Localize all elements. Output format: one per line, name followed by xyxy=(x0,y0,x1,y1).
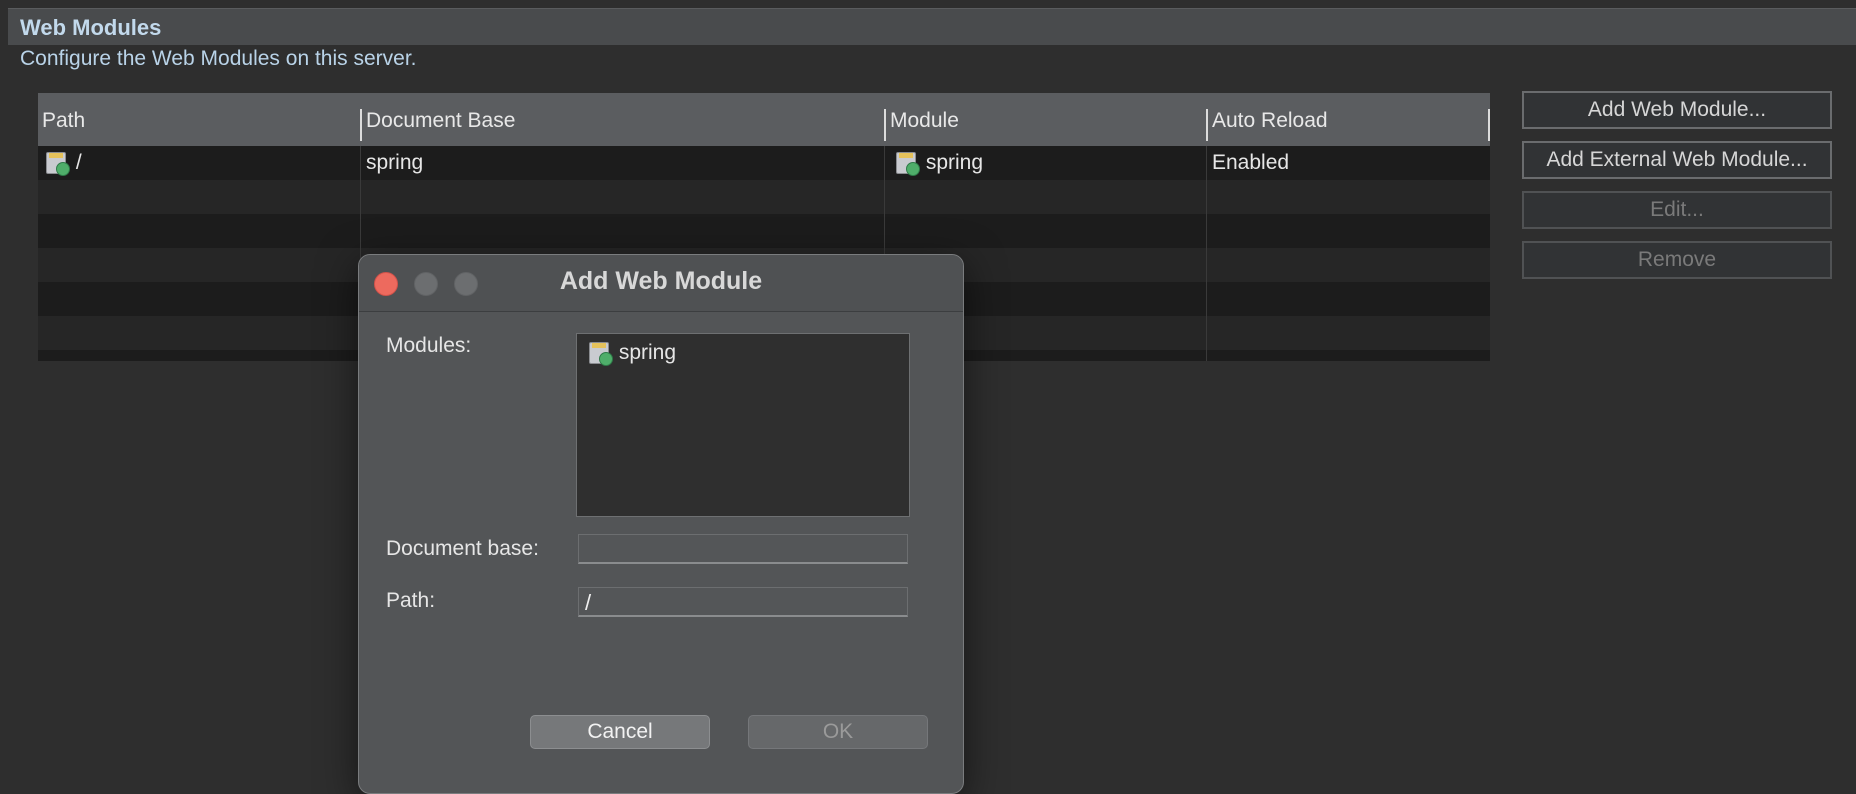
table-row-empty xyxy=(38,214,1490,248)
web-module-icon xyxy=(587,340,613,367)
modules-label: Modules: xyxy=(386,334,472,357)
path-value: / xyxy=(75,151,82,174)
column-separator xyxy=(1488,109,1490,141)
column-header-auto-reload[interactable]: Auto Reload xyxy=(1208,93,1488,146)
add-external-web-module-button[interactable]: Add External Web Module... xyxy=(1522,141,1832,179)
cell-document-base: spring xyxy=(366,151,424,174)
section-description: Configure the Web Modules on this server… xyxy=(20,47,417,70)
cell-path: / xyxy=(44,146,82,180)
table-row[interactable]: / spring spring Enabled xyxy=(38,146,1490,180)
document-base-label: Document base: xyxy=(386,537,539,560)
column-header-module[interactable]: Module xyxy=(886,93,1206,146)
add-web-module-button[interactable]: Add Web Module... xyxy=(1522,91,1832,129)
cancel-button[interactable]: Cancel xyxy=(530,715,710,749)
dialog-title: Add Web Module xyxy=(559,267,763,295)
cell-auto-reload: Enabled xyxy=(1212,151,1290,174)
web-module-icon xyxy=(894,150,920,177)
column-divider xyxy=(1206,146,1207,361)
web-module-icon xyxy=(44,150,70,177)
modules-list[interactable]: spring xyxy=(576,333,910,517)
module-value: spring xyxy=(925,151,984,174)
table-row-empty xyxy=(38,180,1490,214)
cell-module: spring xyxy=(894,146,983,180)
remove-button[interactable]: Remove xyxy=(1522,241,1832,279)
module-name: spring xyxy=(618,341,677,364)
column-header-path[interactable]: Path xyxy=(38,93,360,146)
path-label: Path: xyxy=(386,589,436,612)
list-item[interactable]: spring xyxy=(587,338,676,368)
table-header: Path Document Base Module Auto Reload xyxy=(38,93,1490,146)
section-header: Web Modules xyxy=(8,8,1856,45)
edit-button[interactable]: Edit... xyxy=(1522,191,1832,229)
ok-button[interactable]: OK xyxy=(748,715,928,749)
document-base-field[interactable] xyxy=(578,534,908,564)
dialog-titlebar[interactable]: Add Web Module xyxy=(359,255,963,312)
column-header-document-base[interactable]: Document Base xyxy=(362,93,882,146)
add-web-module-dialog: Add Web Module Modules: spring Document … xyxy=(358,254,964,794)
section-title: Web Modules xyxy=(20,15,162,40)
path-field[interactable]: / xyxy=(578,587,908,617)
